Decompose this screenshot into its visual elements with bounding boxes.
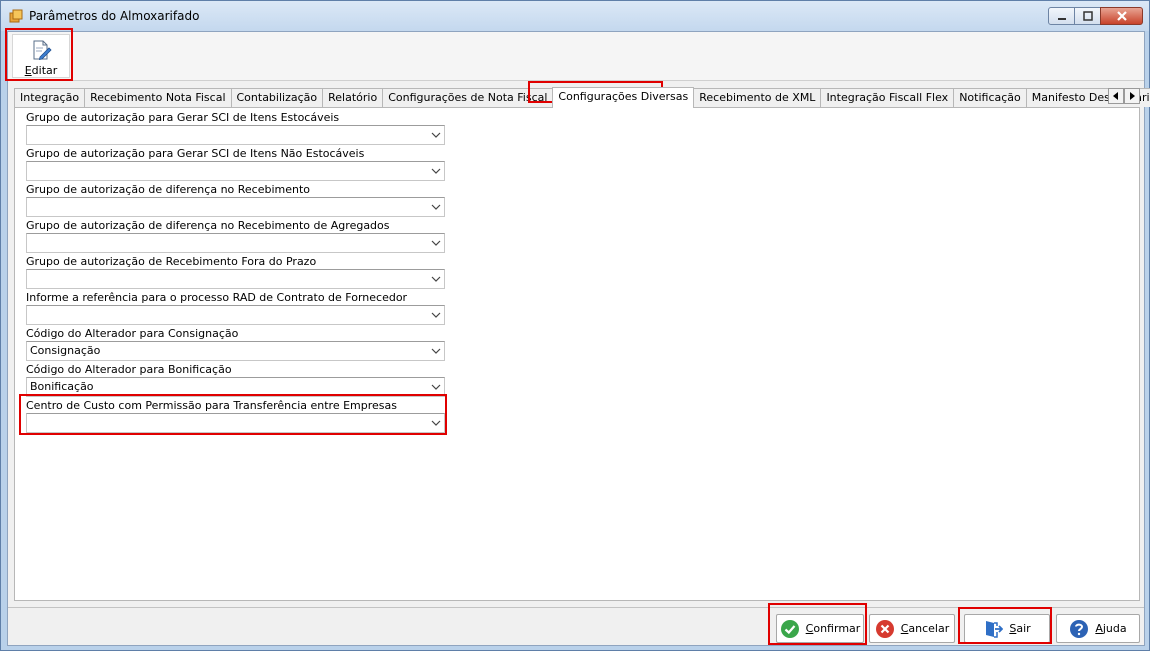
field-fora-prazo: Grupo de autorização de Recebimento Fora… (26, 255, 446, 289)
field-sci-nao-estocaveis: Grupo de autorização para Gerar SCI de I… (26, 147, 446, 181)
help-mnemonic: A (1095, 622, 1103, 635)
confirm-label: Confirmar (806, 622, 861, 635)
confirm-button[interactable]: Confirmar (776, 614, 864, 643)
field-label: Código do Alterador para Consignação (26, 327, 239, 340)
field-sci-estocaveis: Grupo de autorização para Gerar SCI de I… (26, 111, 446, 145)
app-icon (9, 9, 23, 23)
exit-label-rest: air (1016, 622, 1031, 635)
window-controls (1048, 7, 1143, 25)
field-diferenca-agregados: Grupo de autorização de diferença no Rec… (26, 219, 446, 253)
alterador-consignacao-select[interactable]: Consignação (26, 341, 445, 361)
help-circle-icon (1070, 619, 1089, 638)
field-diferenca-recebimento: Grupo de autorização de diferença no Rec… (26, 183, 446, 217)
field-label: Centro de Custo com Permissão para Trans… (26, 399, 397, 412)
tab-control: Integração Recebimento Nota Fiscal Conta… (14, 87, 1150, 601)
field-label: Código do Alterador para Bonificação (26, 363, 232, 376)
exit-button[interactable]: Sair (964, 614, 1050, 643)
tab-scroll-left-button[interactable] (1108, 88, 1124, 104)
tab-integracao-fiscall-flex[interactable]: Integração Fiscall Flex (820, 88, 955, 107)
close-button[interactable] (1100, 7, 1143, 25)
cancel-label: Cancelar (901, 622, 950, 635)
chevron-down-icon (431, 204, 441, 210)
sci-nao-estocaveis-select[interactable] (26, 161, 445, 181)
chevron-down-icon (431, 240, 441, 246)
tab-contabilizacao[interactable]: Contabilização (230, 88, 324, 107)
cancel-label-rest: ancelar (908, 622, 950, 635)
chevron-down-icon (431, 132, 441, 138)
maximize-icon (1082, 11, 1093, 21)
help-button[interactable]: Ajuda (1056, 614, 1140, 643)
arrow-right-icon (1130, 92, 1135, 100)
close-icon (1116, 11, 1127, 21)
select-value: Consignação (30, 344, 101, 357)
app-window: Parâmetros do Almoxarifado Editar Integr… (0, 0, 1150, 651)
footer-bar: Confirmar Cancelar Sair Ajuda (8, 607, 1144, 645)
exit-door-icon (986, 620, 1004, 638)
tab-scroll-buttons (1108, 88, 1140, 104)
tab-notificacao[interactable]: Notificação (953, 88, 1027, 107)
tab-panel-configuracoes-diversas: Grupo de autorização para Gerar SCI de I… (14, 107, 1140, 601)
alterador-bonificacao-select[interactable]: Bonificação (26, 377, 445, 397)
field-label: Grupo de autorização de diferença no Rec… (26, 219, 390, 232)
tab-recebimento-xml[interactable]: Recebimento de XML (693, 88, 822, 107)
diferenca-recebimento-select[interactable] (26, 197, 445, 217)
field-label: Grupo de autorização para Gerar SCI de I… (26, 147, 365, 160)
field-alterador-consignacao: Código do Alterador para Consignação Con… (26, 327, 446, 361)
minimize-button[interactable] (1048, 7, 1075, 25)
tab-scroll-right-button[interactable] (1124, 88, 1140, 104)
toolbar: Editar (8, 32, 1144, 81)
sci-estocaveis-select[interactable] (26, 125, 445, 145)
confirm-label-rest: onfirmar (813, 622, 861, 635)
edit-icon (33, 40, 52, 61)
field-label: Grupo de autorização de diferença no Rec… (26, 183, 311, 196)
chevron-down-icon (431, 384, 441, 390)
title-bar[interactable]: Parâmetros do Almoxarifado (1, 1, 1149, 31)
field-centro-custo-transferencia: Centro de Custo com Permissão para Trans… (26, 399, 446, 433)
cancel-circle-icon (875, 619, 894, 638)
tab-configuracoes-nota-fiscal[interactable]: Configurações de Nota Fiscal (382, 88, 554, 107)
edit-button-label-rest: ditar (31, 64, 58, 77)
field-label: Grupo de autorização para Gerar SCI de I… (26, 111, 340, 124)
chevron-down-icon (431, 312, 441, 318)
field-rad-contrato: Informe a referência para o processo RAD… (26, 291, 446, 325)
arrow-left-icon (1113, 92, 1118, 100)
chevron-down-icon (431, 168, 441, 174)
exit-label: Sair (1009, 622, 1030, 635)
window-title: Parâmetros do Almoxarifado (29, 9, 200, 23)
fora-prazo-select[interactable] (26, 269, 445, 289)
field-label: Informe a referência para o processo RAD… (26, 291, 408, 304)
check-circle-icon (780, 619, 799, 638)
chevron-down-icon (431, 420, 441, 426)
field-alterador-bonificacao: Código do Alterador para Bonificação Bon… (26, 363, 446, 397)
diferenca-agregados-select[interactable] (26, 233, 445, 253)
tab-strip: Integração Recebimento Nota Fiscal Conta… (14, 87, 1150, 108)
edit-button-mnemonic: E (24, 64, 32, 77)
select-value: Bonificação (30, 380, 94, 393)
client-area: Editar Integração Recebimento Nota Fisca… (7, 31, 1150, 646)
chevron-down-icon (431, 348, 441, 354)
tab-relatorio[interactable]: Relatório (322, 88, 384, 107)
maximize-button[interactable] (1074, 7, 1101, 25)
help-label: Ajuda (1095, 622, 1126, 635)
tab-integracao[interactable]: Integração (14, 88, 86, 107)
minimize-icon (1057, 18, 1066, 20)
edit-button-label: Editar (25, 64, 58, 77)
centro-custo-transferencia-select[interactable] (26, 413, 445, 433)
tab-configuracoes-diversas[interactable]: Configurações Diversas (552, 87, 695, 108)
cancel-button[interactable]: Cancelar (869, 614, 955, 643)
help-label-rest: juda (1102, 622, 1127, 635)
field-label: Grupo de autorização de Recebimento Fora… (26, 255, 317, 268)
tab-recebimento-nota-fiscal[interactable]: Recebimento Nota Fiscal (84, 88, 232, 107)
chevron-down-icon (431, 276, 441, 282)
rad-contrato-select[interactable] (26, 305, 445, 325)
edit-button[interactable]: Editar (12, 34, 70, 78)
